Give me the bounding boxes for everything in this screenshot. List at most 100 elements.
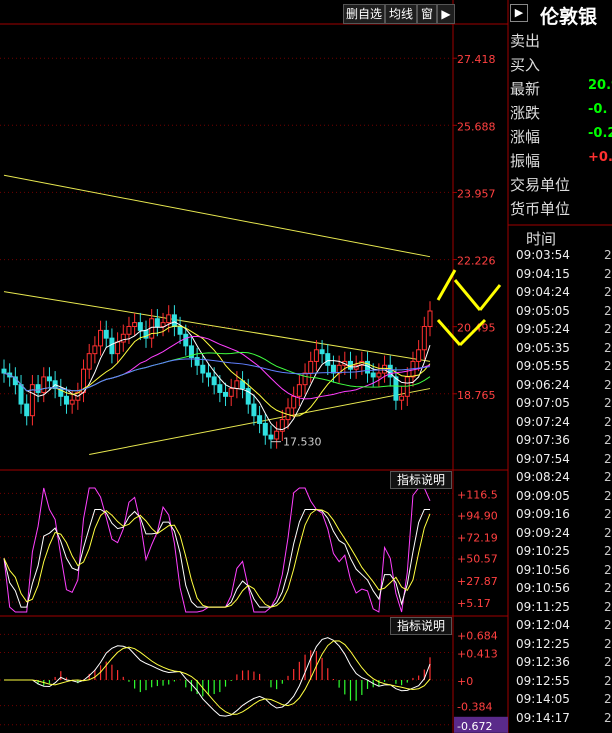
candle-body [416, 349, 422, 362]
trade-row: 09:12:36 2 [508, 655, 612, 673]
candle-body [251, 403, 257, 417]
candle-body [291, 395, 297, 409]
indicator-help-button-1[interactable]: 指标说明 [390, 471, 453, 489]
quote-value: -0. [588, 102, 608, 117]
ma-button[interactable]: 均线 [385, 4, 417, 24]
y-tick-label: 23.957 [457, 187, 496, 200]
trade-time: 09:03:54 [516, 248, 570, 262]
candle-body [302, 372, 308, 386]
trade-time: 09:11:25 [516, 599, 570, 614]
trade-row: 09:11:25 2 [508, 600, 612, 618]
trade-row: 09:07:54 2 [508, 452, 612, 470]
remove-watchlist-button[interactable]: 删自选 [343, 4, 385, 24]
kdj-line [3, 487, 431, 613]
trend-line [3, 291, 431, 362]
y-tick-label: +27.87 [457, 575, 498, 588]
trend-line [3, 174, 431, 258]
candle-body [319, 349, 325, 355]
quote-panel: ▶ 伦敦银 卖出买入最新 20.9 涨跌 -0. 涨幅 -0.2 振幅 +0.6 交易单位货币单… [508, 0, 612, 733]
quote-value: 20.9 [588, 78, 612, 93]
candle-body [234, 380, 240, 390]
trade-row: 09:07:36 2 [508, 433, 612, 451]
candle-body [137, 322, 143, 331]
ma-line [3, 321, 431, 431]
trade-price: 2 [604, 581, 612, 595]
quote-value: +0.6 [588, 150, 612, 165]
trade-price: 2 [604, 488, 612, 503]
trade-time: 09:10:25 [516, 544, 570, 558]
trade-row: 09:12:55 2 [508, 674, 612, 692]
y-tick-label: 22.226 [457, 255, 496, 268]
trade-row: 09:07:24 2 [508, 415, 612, 433]
trade-row: 09:05:55 2 [508, 359, 612, 377]
trade-price: 2 [604, 359, 612, 373]
y-tick-label: +0.413 [457, 647, 498, 660]
candle-body [268, 434, 274, 440]
candle-body [393, 376, 399, 401]
quote-row: 最新 20.9 [508, 78, 612, 101]
window-button[interactable]: 窗 [417, 4, 437, 24]
trade-time: 09:05:55 [516, 359, 570, 373]
y-tick-label: 25.688 [457, 120, 496, 133]
candle-body [376, 372, 382, 378]
trade-row: 09:03:54 2 [508, 248, 612, 266]
kdj-line [3, 508, 430, 608]
trade-row: 09:06:24 2 [508, 378, 612, 396]
trade-price: 2 [604, 414, 612, 429]
y-tick-label: +50.57 [457, 553, 498, 566]
trade-row: 09:05:24 2 [508, 322, 612, 340]
candle-body [274, 430, 280, 440]
trade-time: 09:08:24 [516, 470, 570, 484]
trade-time: 09:12:04 [516, 618, 570, 632]
trade-row: 09:12:25 2 [508, 637, 612, 655]
trade-row: 09:09:05 2 [508, 489, 612, 507]
trade-price: 2 [604, 266, 612, 281]
trade-time: 09:05:05 [516, 303, 570, 318]
arrow-right-icon[interactable]: ▶ [510, 4, 528, 22]
trade-time: 09:04:15 [516, 266, 570, 281]
annotation-arrow [436, 269, 457, 301]
trade-price: 2 [604, 322, 612, 336]
trade-row: 09:07:05 2 [508, 396, 612, 414]
trade-time: 09:07:05 [516, 396, 570, 410]
trade-time: 09:07:54 [516, 451, 570, 466]
quote-label: 最新 [510, 80, 541, 98]
trade-row: 09:09:24 2 [508, 526, 612, 544]
quote-row: 交易单位 [508, 174, 612, 197]
candle-body [103, 329, 109, 339]
candle-body [29, 384, 35, 417]
trade-price: 2 [604, 655, 612, 669]
quote-row: 振幅 +0.6 [508, 150, 612, 173]
trade-row: 09:14:05 2 [508, 692, 612, 710]
trade-row: 09:10:56 2 [508, 563, 612, 581]
candle-body [109, 337, 115, 355]
candle-body [325, 353, 331, 366]
macd-line [4, 640, 431, 715]
trade-row: 09:08:24 2 [508, 470, 612, 488]
trade-time: 09:09:05 [516, 488, 570, 503]
candle-body [262, 422, 268, 436]
y-tick-label: -0.384 [457, 701, 492, 714]
candle-body [41, 376, 47, 393]
y-tick-label: -0.672 [457, 720, 492, 733]
quote-row: 货币单位 [508, 198, 612, 221]
trade-price: 2 [604, 377, 612, 392]
trade-time: 09:05:35 [516, 340, 570, 355]
candle-body [382, 364, 388, 374]
trade-row: 09:10:56 2 [508, 581, 612, 599]
arrow-right-icon[interactable]: ▶ [437, 4, 455, 24]
y-tick-label: 18.765 [457, 389, 496, 402]
quote-row: 买入 [508, 54, 612, 77]
candle-body [132, 322, 138, 328]
trade-time: 09:09:24 [516, 525, 570, 540]
y-tick-label: +5.17 [457, 597, 491, 610]
kdj-line [3, 508, 431, 608]
y-tick-label: +116.5 [457, 488, 498, 501]
trade-price: 2 [604, 636, 612, 651]
trade-price: 2 [604, 248, 612, 262]
indicator-help-button-2[interactable]: 指标说明 [390, 617, 453, 635]
candle-body [330, 364, 336, 374]
trade-time: 09:14:05 [516, 692, 570, 706]
candle-body [296, 384, 302, 397]
candle-body [183, 333, 189, 347]
